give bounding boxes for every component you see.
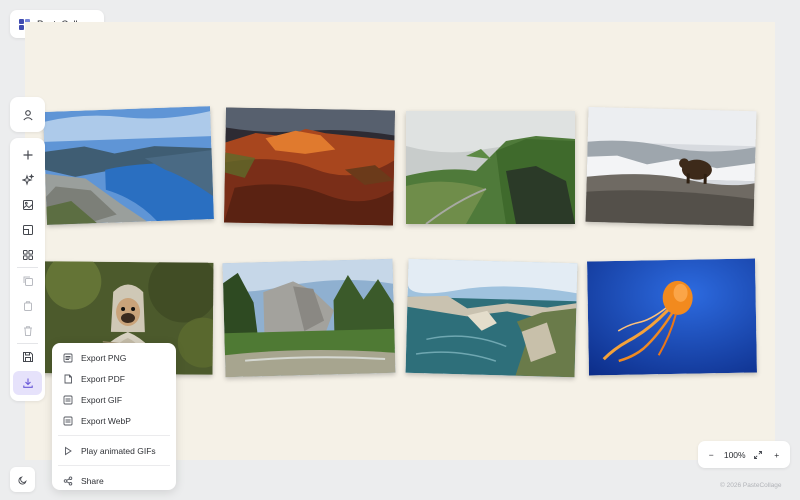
zoom-in-button[interactable]: + <box>771 450 783 460</box>
add-button[interactable] <box>10 142 45 167</box>
share-icon <box>63 475 73 486</box>
play-icon <box>65 446 72 455</box>
copy-icon <box>23 300 32 311</box>
share-label: Share <box>81 475 104 486</box>
download-icon <box>22 378 33 388</box>
coast-image <box>405 258 578 378</box>
play-gifs-label: Play animated GIFs <box>81 445 156 456</box>
photo-bear[interactable] <box>585 106 757 227</box>
menu-divider <box>58 465 170 466</box>
photo-fjord[interactable] <box>43 106 214 225</box>
save-button[interactable] <box>10 344 45 369</box>
grid-layout-icon <box>22 249 33 260</box>
menu-divider <box>58 435 170 436</box>
jellyfish-image <box>587 258 757 376</box>
left-toolbar <box>10 138 45 401</box>
duplicate-button[interactable] <box>10 268 45 293</box>
export-png-label: Export PNG <box>81 352 127 363</box>
zoom-level: 100% <box>723 449 746 460</box>
crop-button[interactable] <box>10 217 45 242</box>
ai-button[interactable] <box>10 167 45 192</box>
photo-jellyfish[interactable] <box>587 258 757 376</box>
layout-button[interactable] <box>10 242 45 267</box>
export-png-item[interactable]: Export PNG <box>52 347 176 368</box>
expand-icon <box>754 450 763 459</box>
user-icon <box>22 109 33 120</box>
crop-icon <box>22 224 33 235</box>
photo-coast[interactable] <box>405 258 578 378</box>
image-icon <box>22 199 33 210</box>
bear-image <box>585 106 757 227</box>
export-gif-item[interactable]: Export GIF <box>52 389 176 410</box>
green-cliffs-image <box>406 111 575 224</box>
webp-file-icon <box>63 416 73 425</box>
export-webp-item[interactable]: Export WebP <box>52 410 176 431</box>
png-file-icon <box>63 353 73 362</box>
moon-icon <box>17 475 27 485</box>
export-menu: Export PNG Export PDF Export GIF Export … <box>52 343 176 490</box>
add-image-button[interactable] <box>10 192 45 217</box>
trash-icon <box>23 325 32 336</box>
photo-red-rocks[interactable] <box>224 107 395 226</box>
export-webp-label: Export WebP <box>81 415 131 426</box>
fit-to-screen-button[interactable] <box>752 450 764 460</box>
export-pdf-label: Export PDF <box>81 373 125 384</box>
delete-button[interactable] <box>10 318 45 343</box>
share-item[interactable]: Share <box>52 470 176 491</box>
fjord-image <box>43 106 214 225</box>
photo-green-cliffs[interactable] <box>406 111 575 224</box>
profile-button[interactable] <box>10 97 45 132</box>
theme-toggle-button[interactable] <box>10 467 35 492</box>
save-icon <box>22 351 33 362</box>
red-rocks-image <box>224 107 395 226</box>
gif-file-icon <box>63 395 73 404</box>
copy-button[interactable] <box>10 293 45 318</box>
plus-icon <box>23 150 32 159</box>
zoom-out-button[interactable]: − <box>705 450 717 460</box>
play-gifs-item[interactable]: Play animated GIFs <box>52 440 176 461</box>
export-gif-label: Export GIF <box>81 394 123 405</box>
export-pdf-item[interactable]: Export PDF <box>52 368 176 389</box>
copyright-text: © 2026 PasteCollage <box>720 482 782 489</box>
duplicate-icon <box>23 276 33 286</box>
pdf-file-icon <box>64 374 72 383</box>
photo-yosemite[interactable] <box>222 258 396 378</box>
yosemite-image <box>222 258 396 378</box>
export-button[interactable] <box>13 371 42 395</box>
profile-group <box>10 97 45 132</box>
sparkle-icon <box>21 173 34 186</box>
zoom-controls: − 100% + <box>698 441 790 468</box>
